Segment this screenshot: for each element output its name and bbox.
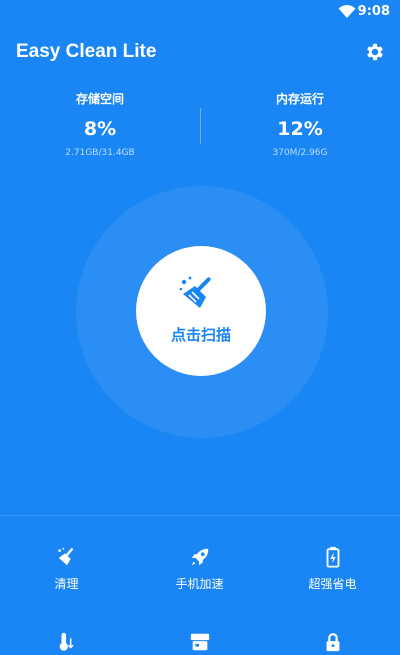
scan-label: 点击扫描 bbox=[170, 326, 231, 344]
feature-lock[interactable] bbox=[266, 631, 399, 653]
wifi-icon bbox=[338, 5, 356, 18]
feature-label: 清理 bbox=[54, 577, 79, 591]
feature-clean[interactable]: 清理 bbox=[0, 546, 133, 592]
storage-stat: 存储空间 8% 2.71GB/31.4GB bbox=[0, 90, 200, 158]
feature-apps[interactable] bbox=[133, 631, 266, 653]
feature-label: 超强省电 bbox=[308, 577, 357, 591]
gear-icon[interactable] bbox=[364, 41, 386, 63]
scan-button[interactable]: 点击扫描 bbox=[136, 246, 266, 376]
storage-label: 存储空间 bbox=[75, 92, 124, 106]
thermometer-icon bbox=[59, 632, 73, 651]
apps-icon bbox=[190, 633, 209, 651]
status-time: 9:08 bbox=[357, 4, 390, 19]
feature-battery[interactable]: 超强省电 bbox=[266, 546, 399, 592]
feature-label: 手机加速 bbox=[175, 577, 224, 591]
app-title: Easy Clean Lite bbox=[16, 41, 157, 62]
rocket-icon bbox=[191, 548, 208, 566]
broom-icon bbox=[57, 547, 73, 566]
memory-label: 内存运行 bbox=[275, 92, 324, 106]
battery-icon bbox=[326, 546, 339, 568]
storage-detail: 2.71GB/31.4GB bbox=[65, 148, 135, 158]
feature-boost[interactable]: 手机加速 bbox=[133, 546, 266, 592]
memory-stat: 内存运行 12% 370M/2.96G bbox=[200, 90, 400, 158]
status-bar: 9:08 bbox=[0, 0, 400, 24]
broom-icon bbox=[179, 276, 211, 308]
memory-percent: 12% bbox=[277, 118, 323, 140]
storage-percent: 8% bbox=[83, 118, 117, 140]
feature-cooling[interactable] bbox=[0, 631, 133, 653]
lock-icon bbox=[326, 633, 339, 652]
memory-detail: 370M/2.96G bbox=[272, 148, 328, 158]
